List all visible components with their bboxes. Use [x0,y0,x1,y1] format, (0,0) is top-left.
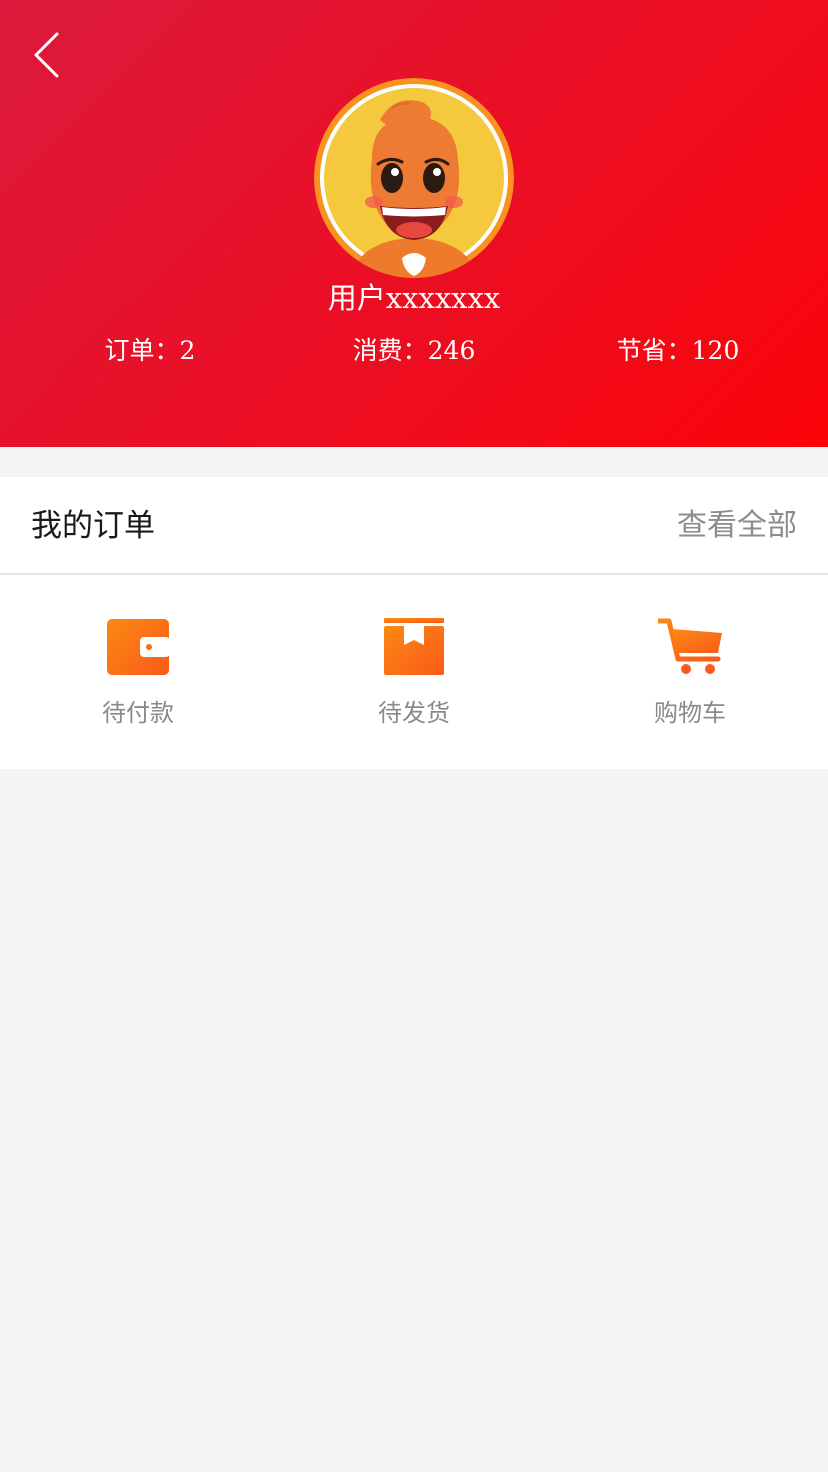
profile-header: 用户xxxxxxx 订单：2 消费：246 节省：120 [0,0,828,447]
my-orders-card: 我的订单 查看全部 待付款 待发货 购物车 [0,477,828,769]
back-button[interactable] [22,24,72,86]
pending-shipment-label: 待发货 [378,699,450,727]
wallet-icon [107,619,170,675]
avatar[interactable] [314,78,514,278]
pending-payment-button[interactable]: 待付款 [0,575,276,769]
my-orders-title: 我的订单 [31,508,155,544]
mascot-avatar-icon [314,78,514,278]
pending-payment-label: 待付款 [102,699,174,727]
package-box-icon [384,618,444,675]
pending-shipment-button[interactable]: 待发货 [276,575,552,769]
stat-orders: 订单：2 [104,336,196,365]
shopping-cart-icon [658,618,722,674]
stat-spending: 消费：246 [352,336,476,365]
username: 用户xxxxxxx [327,281,501,315]
shopping-cart-label: 购物车 [654,699,726,727]
chevron-left-icon [34,32,59,78]
shopping-cart-button[interactable]: 购物车 [552,575,828,769]
view-all-link[interactable]: 查看全部 [677,503,797,549]
stat-savings: 节省：120 [616,336,740,365]
my-orders-header: 我的订单 查看全部 [0,477,828,575]
